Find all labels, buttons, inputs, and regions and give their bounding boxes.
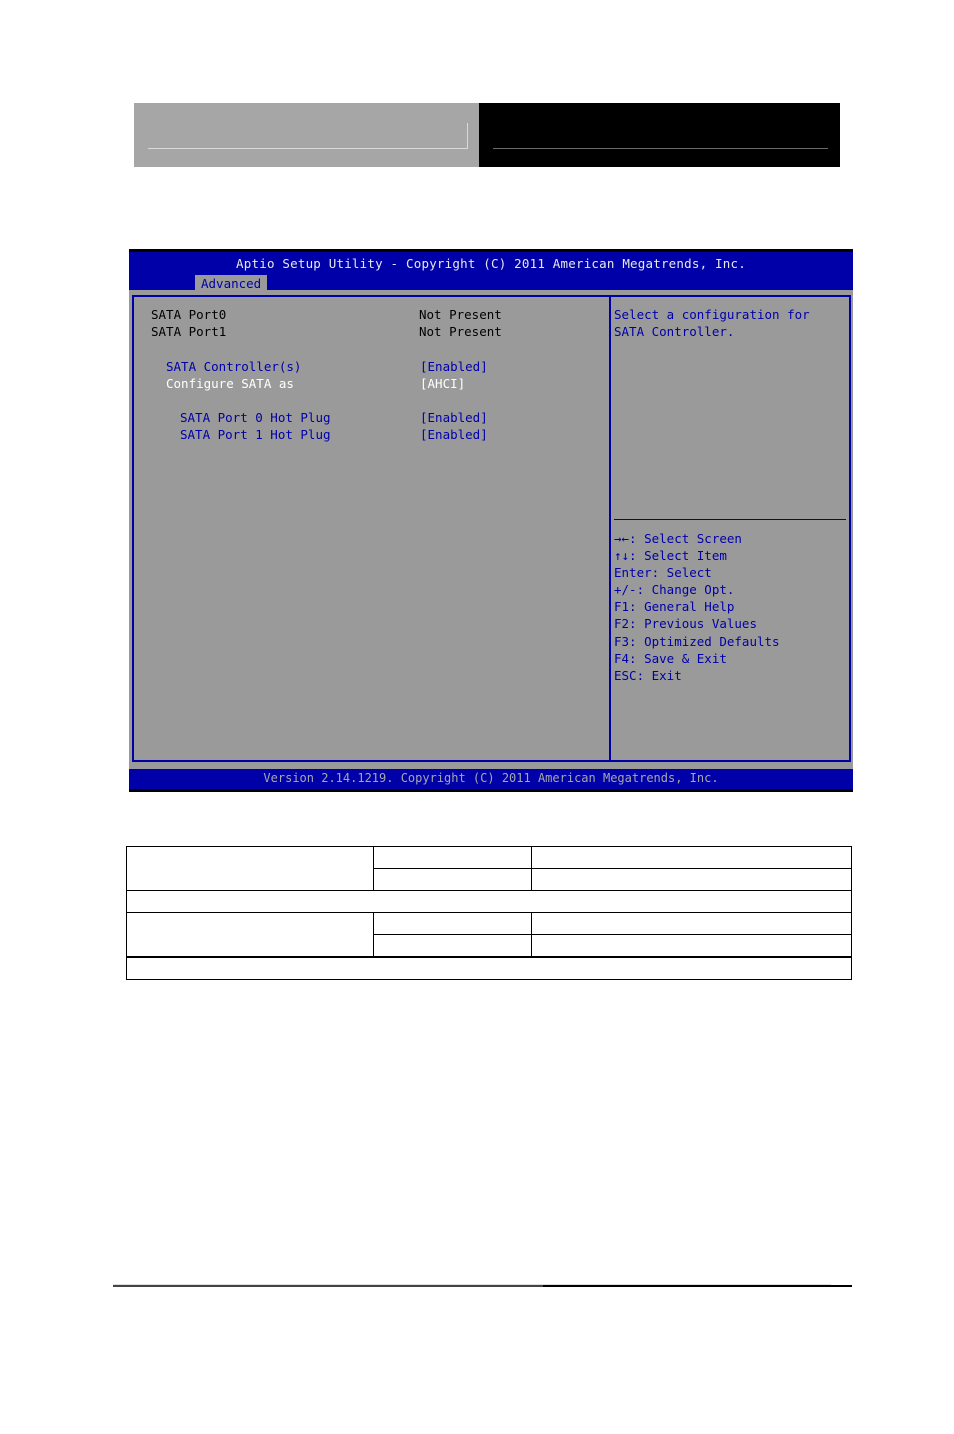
setting-value-sata-port0: Not Present [419,307,502,322]
setting-sata-controllers[interactable]: SATA Controller(s) [166,358,301,375]
table-cell [531,912,852,935]
setting-configure-sata-as[interactable]: Configure SATA as [166,375,294,392]
page-header-left-banner [134,103,479,167]
page-header-right-banner [479,103,840,167]
table-row [126,890,852,913]
table-cell [126,846,374,891]
table-cell [531,934,852,958]
table-cell [373,846,532,869]
bios-version-text: Version 2.14.1219. Copyright (C) 2011 Am… [263,771,719,785]
setting-sata-port1-hot-plug[interactable]: SATA Port 1 Hot Plug [180,426,331,443]
bottom-strip [129,789,853,792]
key-help-esc: ESC: Exit [614,668,682,683]
footer-rule [543,1285,852,1287]
key-help-f4: F4: Save & Exit [614,651,727,666]
help-text-line: Select a configuration for [614,307,810,322]
setting-value-sata-port1: Not Present [419,324,502,339]
help-separator [614,519,846,520]
key-help-f2: F2: Previous Values [614,616,757,631]
options-table [126,846,852,980]
tab-advanced[interactable]: Advanced [195,275,268,293]
key-help-enter: Enter: Select [614,565,712,580]
setting-sata-port0-hot-plug[interactable]: SATA Port 0 Hot Plug [180,409,331,426]
key-help-select-item: ↑↓: Select Item [614,548,727,563]
table-cell [126,912,374,958]
table-cell [373,868,532,891]
footer-rule [113,1285,543,1287]
setting-value-sata-port1-hot-plug[interactable]: [Enabled] [420,426,488,443]
setting-value-configure-sata-as[interactable]: [AHCI] [420,375,465,392]
table-row [126,846,852,891]
bios-title: Aptio Setup Utility - Copyright (C) 2011… [236,256,746,271]
table-cell [373,934,532,958]
bios-setup-screen: Aptio Setup Utility - Copyright (C) 2011… [129,249,853,792]
setting-value-sata-port0-hot-plug[interactable]: [Enabled] [420,409,488,426]
setting-label-sata-port0: SATA Port0 [151,307,227,322]
table-row [126,912,852,958]
key-help-select-screen: →←: Select Screen [614,531,742,546]
table-row [126,956,852,980]
header-rule [148,148,467,149]
bios-footer-bar: Version 2.14.1219. Copyright (C) 2011 Am… [129,769,853,789]
help-text-line: SATA Controller. [614,324,735,339]
setting-value-sata-controllers[interactable]: [Enabled] [420,358,488,375]
table-cell [531,846,852,869]
header-rule-tick [467,123,468,149]
panel-divider [609,295,611,762]
key-help-f3: F3: Optimized Defaults [614,634,780,649]
bios-title-bar: Aptio Setup Utility - Copyright (C) 2011… [129,252,853,293]
table-cell [126,956,852,980]
key-help-f1: F1: General Help [614,599,735,614]
key-help-change-opt: +/-: Change Opt. [614,582,735,597]
table-cell [126,890,852,913]
header-rule [493,148,828,149]
table-cell [531,868,852,891]
table-cell [373,912,532,935]
setting-label-sata-port1: SATA Port1 [151,324,227,339]
